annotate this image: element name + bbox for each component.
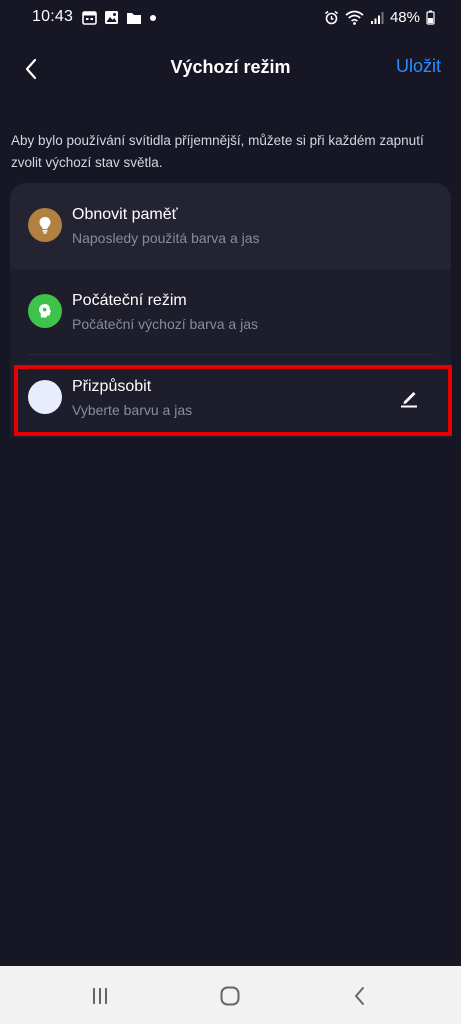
calendar-icon bbox=[82, 11, 97, 25]
battery-icon bbox=[426, 10, 435, 25]
option-title: Obnovit paměť bbox=[72, 206, 178, 223]
lightbulb-icon bbox=[28, 208, 62, 242]
head-icon bbox=[28, 294, 62, 328]
option-restore-memory[interactable]: Obnovit paměť Naposledy použitá barva a … bbox=[10, 183, 451, 269]
option-subtitle: Naposledy použitá barva a jas bbox=[72, 230, 260, 246]
nav-back-button[interactable] bbox=[346, 982, 374, 1010]
save-button[interactable]: Uložit bbox=[396, 56, 441, 77]
option-customize[interactable]: Přizpůsobit Vyberte barvu a jas bbox=[10, 355, 451, 441]
folder-icon bbox=[127, 12, 141, 24]
home-icon bbox=[220, 986, 240, 1006]
alarm-icon bbox=[324, 10, 338, 25]
status-bar: 10:43 48% bbox=[0, 0, 461, 36]
wifi-icon bbox=[345, 10, 364, 25]
option-subtitle: Počáteční výchozí barva a jas bbox=[72, 316, 258, 332]
default-mode-options: Obnovit paměť Naposledy použitá barva a … bbox=[10, 183, 451, 438]
option-title: Přizpůsobit bbox=[72, 378, 152, 395]
option-subtitle: Vyberte barvu a jas bbox=[72, 402, 193, 418]
dot-icon bbox=[150, 14, 156, 21]
image-icon bbox=[105, 11, 118, 24]
status-notification-icons bbox=[82, 10, 157, 25]
option-initial-mode[interactable]: Počáteční režim Počáteční výchozí barva … bbox=[10, 269, 451, 355]
recent-apps-icon bbox=[93, 988, 107, 1004]
home-button[interactable] bbox=[216, 982, 244, 1010]
color-swatch-icon bbox=[28, 380, 62, 414]
description-text: Aby bylo používání svítidla příjemnější,… bbox=[11, 133, 424, 170]
header: Výchozí režim Uložit bbox=[0, 44, 461, 92]
option-title: Počáteční režim bbox=[72, 292, 187, 309]
page-title: Výchozí režim bbox=[170, 57, 291, 77]
signal-icon bbox=[370, 11, 384, 24]
battery-percentage: 48% bbox=[389, 9, 420, 26]
status-time: 10:43 bbox=[32, 8, 74, 25]
recent-apps-button[interactable] bbox=[86, 982, 114, 1010]
edit-pencil-icon[interactable] bbox=[397, 385, 421, 409]
system-navigation-bar bbox=[0, 966, 461, 1024]
back-icon bbox=[355, 987, 364, 1005]
status-system-icons: 48% bbox=[324, 9, 435, 26]
